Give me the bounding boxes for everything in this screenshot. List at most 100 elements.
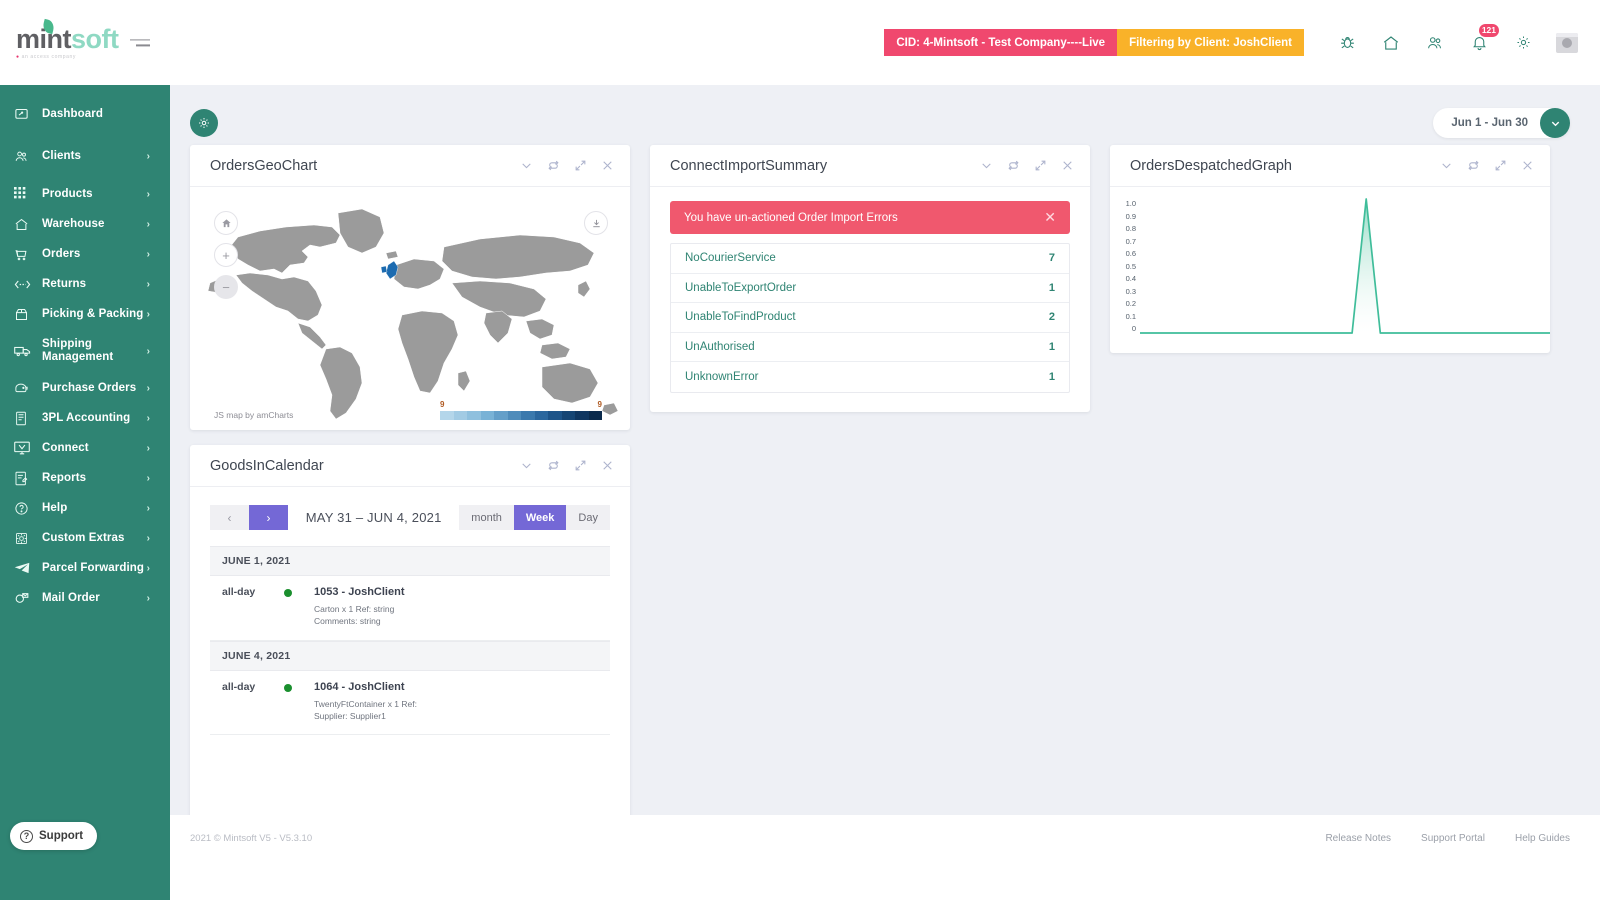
calendar-prev-button[interactable]: ‹	[210, 505, 249, 530]
bell-icon[interactable]: 121	[1468, 32, 1490, 54]
warehouse-icon	[14, 215, 36, 233]
calendar-view-month[interactable]: month	[459, 505, 514, 530]
refresh-icon[interactable]	[1007, 159, 1020, 172]
import-error-row[interactable]: UnableToFindProduct2	[671, 303, 1069, 333]
chevron-right-icon: ›	[147, 413, 150, 424]
sidebar-toggle-hamburger-icon[interactable]	[130, 35, 150, 50]
chevron-down-icon[interactable]	[1540, 108, 1570, 138]
footer-link[interactable]: Help Guides	[1515, 833, 1570, 844]
bug-icon[interactable]	[1336, 32, 1358, 54]
date-range-picker[interactable]: Jun 1 - Jun 30	[1433, 108, 1570, 138]
y-axis-tick: 0.4	[1116, 274, 1136, 283]
footer-link[interactable]: Support Portal	[1421, 833, 1485, 844]
cid-badge[interactable]: CID: 4-Mintsoft - Test Company----Live	[884, 29, 1117, 56]
avatar[interactable]	[1556, 32, 1578, 54]
sidebar-item-parcel-forwarding[interactable]: Parcel Forwarding ›	[0, 553, 170, 583]
despatched-area-chart	[1140, 187, 1550, 353]
calendar-event-title: 1053 - JoshClient	[314, 586, 404, 598]
mail-order-icon	[14, 589, 36, 607]
calendar-view-switcher: monthWeekDay	[459, 505, 610, 530]
calendar-event-details: 1053 - JoshClientCarton x 1 Ref: stringC…	[314, 586, 404, 628]
refresh-icon[interactable]	[547, 159, 560, 172]
widget-header: OrdersGeoChart	[190, 145, 630, 187]
sidebar-item-label: Shipping Management	[42, 338, 124, 364]
widget-header: ConnectImportSummary	[650, 145, 1090, 187]
import-error-row[interactable]: UnableToExportOrder1	[671, 274, 1069, 304]
sidebar-item-connect[interactable]: Connect ›	[0, 433, 170, 463]
sidebar-item-purchase-orders[interactable]: Purchase Orders ›	[0, 373, 170, 403]
home-icon[interactable]	[1380, 32, 1402, 54]
map-zoom-in-button[interactable]: +	[214, 243, 238, 267]
footer: 2021 © Mintsoft V5 - V5.3.10 Release Not…	[170, 815, 1600, 900]
calendar-event[interactable]: all-day1064 - JoshClientTwentyFtContaine…	[210, 671, 610, 736]
import-error-row[interactable]: UnknownError1	[671, 362, 1069, 392]
users-icon[interactable]	[1424, 32, 1446, 54]
sidebar-item-orders[interactable]: Orders ›	[0, 239, 170, 269]
mintsoft-logo[interactable]: mintsoft ● an access company	[16, 26, 119, 60]
chevron-right-icon: ›	[147, 279, 150, 290]
legend-min-value: 9	[440, 400, 444, 409]
chevron-down-icon[interactable]	[520, 459, 533, 472]
sidebar-item-help[interactable]: Help ›	[0, 493, 170, 523]
chevron-down-icon[interactable]	[1440, 159, 1453, 172]
import-error-name[interactable]: UnknownError	[685, 371, 759, 383]
dashboard-settings-button[interactable]	[190, 109, 218, 137]
chevron-down-icon[interactable]	[520, 159, 533, 172]
calendar-view-day[interactable]: Day	[566, 505, 610, 530]
picking-packing-icon	[14, 305, 36, 323]
refresh-icon[interactable]	[1467, 159, 1480, 172]
expand-icon[interactable]	[574, 159, 587, 172]
widget-title: OrdersDespatchedGraph	[1130, 158, 1292, 174]
support-button-label: Support	[39, 830, 83, 842]
import-error-name[interactable]: UnableToFindProduct	[685, 311, 796, 323]
sidebar-item-returns[interactable]: Returns ›	[0, 269, 170, 299]
import-error-row[interactable]: UnAuthorised1	[671, 333, 1069, 363]
footer-link[interactable]: Release Notes	[1325, 833, 1391, 844]
download-icon[interactable]	[584, 211, 608, 235]
close-icon[interactable]	[601, 459, 614, 472]
map-home-icon[interactable]	[214, 211, 238, 235]
calendar-event-title: 1064 - JoshClient	[314, 681, 417, 693]
sidebar-item-label: Mail Order	[42, 592, 100, 605]
sidebar-item-shipping-management[interactable]: Shipping Management ›	[0, 329, 170, 373]
geo-map-body[interactable]: + −	[190, 187, 630, 430]
sidebar-item-picking-packing[interactable]: Picking & Packing ›	[0, 299, 170, 329]
chevron-right-icon: ›	[147, 503, 150, 514]
footer-links: Release Notes Support Portal Help Guides	[1325, 833, 1570, 844]
calendar-next-button[interactable]: ›	[249, 505, 288, 530]
refresh-icon[interactable]	[547, 459, 560, 472]
sidebar-item-warehouse[interactable]: Warehouse ›	[0, 209, 170, 239]
orders-icon	[14, 245, 36, 263]
map-zoom-out-button[interactable]: −	[214, 275, 238, 299]
chevron-down-icon[interactable]	[980, 159, 993, 172]
sidebar-item-label: Custom Extras	[42, 532, 124, 545]
sidebar-item-mail-order[interactable]: Mail Order ›	[0, 583, 170, 613]
sidebar-item-reports[interactable]: Reports ›	[0, 463, 170, 493]
import-error-row[interactable]: NoCourierService7	[671, 244, 1069, 274]
sidebar-item-custom-extras[interactable]: Custom Extras ›	[0, 523, 170, 553]
sidebar-item-3pl-accounting[interactable]: 3PL Accounting ›	[0, 403, 170, 433]
calendar-view-week[interactable]: Week	[514, 505, 567, 530]
client-filter-badge[interactable]: Filtering by Client: JoshClient	[1117, 29, 1304, 56]
gear-icon[interactable]	[1512, 32, 1534, 54]
import-error-name[interactable]: UnAuthorised	[685, 341, 755, 353]
close-icon[interactable]	[1521, 159, 1534, 172]
sidebar-item-clients[interactable]: Clients ›	[0, 141, 170, 171]
expand-icon[interactable]	[1494, 159, 1507, 172]
expand-icon[interactable]	[574, 459, 587, 472]
support-button[interactable]: ? Support	[10, 822, 97, 850]
import-error-name[interactable]: UnableToExportOrder	[685, 282, 796, 294]
sidebar-item-products[interactable]: Products ›	[0, 179, 170, 209]
expand-icon[interactable]	[1034, 159, 1047, 172]
calendar-event[interactable]: all-day1053 - JoshClientCarton x 1 Ref: …	[210, 576, 610, 641]
chevron-right-icon: ›	[147, 443, 150, 454]
help-circle-icon	[14, 499, 36, 517]
sidebar-item-label: Products	[42, 188, 93, 201]
close-icon[interactable]	[601, 159, 614, 172]
y-axis-tick: 0	[1116, 324, 1136, 333]
import-error-name[interactable]: NoCourierService	[685, 252, 776, 264]
chevron-right-icon: ›	[147, 473, 150, 484]
close-icon[interactable]	[1061, 159, 1074, 172]
close-icon[interactable]: ✕	[1044, 209, 1056, 226]
sidebar-item-dashboard[interactable]: Dashboard	[0, 99, 170, 129]
